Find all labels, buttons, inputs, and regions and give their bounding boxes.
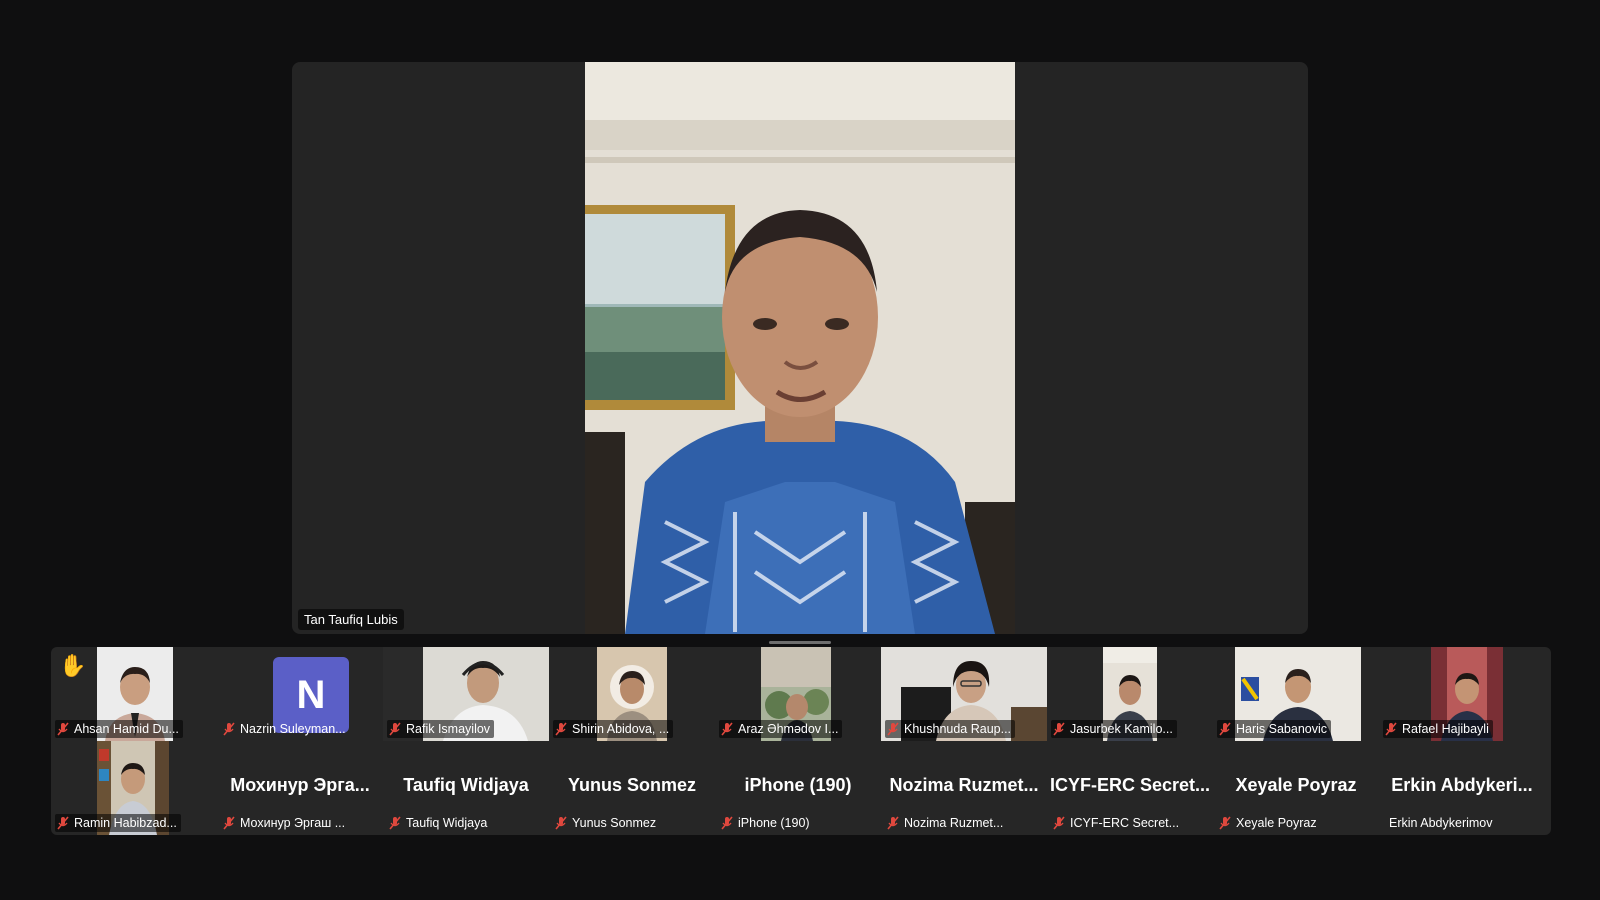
muted-mic-icon xyxy=(57,722,69,736)
participant-display-name: Erkin Abdykeri... xyxy=(1391,775,1533,795)
participant-display-name: Xeyale Poyraz xyxy=(1235,775,1357,795)
gallery-strip[interactable]: ✋ Ahsan Hamid Du... N Nazrin Suleyman...… xyxy=(51,647,1551,835)
participant-tile[interactable]: Rafael Hajibayli xyxy=(1379,647,1545,741)
participant-name-label: Nazrin Suleyman... xyxy=(221,720,350,738)
muted-mic-icon xyxy=(1053,816,1065,830)
participant-name-label: Xeyale Poyraz xyxy=(1217,814,1321,832)
participant-display-name: iPhone (190) xyxy=(744,775,852,795)
participant-tile[interactable]: Мохинур Эргa... Мохинур Эргаш ... xyxy=(217,741,383,835)
muted-mic-icon xyxy=(223,722,235,736)
participant-name-label: Taufiq Widjaya xyxy=(387,814,491,832)
participant-name-label: Araz Əhmədov I... xyxy=(719,720,843,738)
speaker-video-frame xyxy=(585,62,1015,634)
muted-mic-icon xyxy=(57,816,69,830)
gallery-resize-handle[interactable] xyxy=(769,641,831,644)
participant-name-label: Мохинур Эргаш ... xyxy=(221,814,349,832)
active-speaker-view[interactable]: Tan Taufiq Lubis xyxy=(292,62,1308,634)
participant-name-label: Shirin Abidova, ... xyxy=(553,720,674,738)
participant-name-label: Yunus Sonmez xyxy=(553,814,660,832)
participant-tile[interactable]: Erkin Abdykeri... Erkin Abdykerimov xyxy=(1379,741,1545,835)
participant-name-label: Khushnuda Raup... xyxy=(885,720,1016,738)
participant-display-name: Yunus Sonmez xyxy=(567,775,697,795)
participant-tile[interactable]: Shirin Abidova, ... xyxy=(549,647,715,741)
muted-mic-icon xyxy=(887,722,899,736)
participant-name-label: ICYF-ERC Secret... xyxy=(1051,814,1183,832)
muted-mic-icon xyxy=(555,722,567,736)
participant-tile[interactable]: ✋ Ahsan Hamid Du... xyxy=(51,647,217,741)
participant-tile[interactable]: Rafik Ismayilov xyxy=(383,647,549,741)
active-speaker-video[interactable] xyxy=(585,62,1015,634)
muted-mic-icon xyxy=(887,816,899,830)
muted-mic-icon xyxy=(389,816,401,830)
participant-tile[interactable]: Ramin Habibzad... xyxy=(51,741,217,835)
muted-mic-icon xyxy=(389,722,401,736)
active-speaker-name: Tan Taufiq Lubis xyxy=(298,609,404,630)
muted-mic-icon xyxy=(721,816,733,830)
participant-display-name: Мохинур Эргa... xyxy=(230,775,370,795)
muted-mic-icon xyxy=(1219,722,1231,736)
participant-name-label: Nozima Ruzmet... xyxy=(885,814,1007,832)
participant-name-label: Jasurbek Kamilo... xyxy=(1051,720,1177,738)
participant-name-label: iPhone (190) xyxy=(719,814,814,832)
participant-tile[interactable]: ICYF-ERC Secret... ICYF-ERC Secret... xyxy=(1047,741,1213,835)
participant-tile[interactable]: Haris Sabanovic xyxy=(1213,647,1379,741)
muted-mic-icon xyxy=(555,816,567,830)
participant-tile[interactable]: Araz Əhmədov I... xyxy=(715,647,881,741)
participant-tile[interactable]: Taufiq Widjaya Taufiq Widjaya xyxy=(383,741,549,835)
participant-tile[interactable]: Jasurbek Kamilo... xyxy=(1047,647,1213,741)
participant-display-name: Nozima Ruzmet... xyxy=(889,775,1039,795)
muted-mic-icon xyxy=(223,816,235,830)
participant-name-label: Rafael Hajibayli xyxy=(1383,720,1493,738)
participant-tile[interactable]: iPhone (190) iPhone (190) xyxy=(715,741,881,835)
muted-mic-icon xyxy=(1385,722,1397,736)
participant-name-label: Haris Sabanovic xyxy=(1217,720,1332,738)
participant-name-label: Erkin Abdykerimov xyxy=(1389,816,1493,830)
participant-name-label: Rafik Ismayilov xyxy=(387,720,495,738)
muted-mic-icon xyxy=(1053,722,1065,736)
participant-tile[interactable]: Yunus Sonmez Yunus Sonmez xyxy=(549,741,715,835)
muted-mic-icon xyxy=(721,722,733,736)
participant-tile[interactable]: Nozima Ruzmet... Nozima Ruzmet... xyxy=(881,741,1047,835)
participant-tile[interactable]: Xeyale Poyraz Xeyale Poyraz xyxy=(1213,741,1379,835)
participant-tile[interactable]: N Nazrin Suleyman... xyxy=(217,647,383,741)
participant-name-label: Ramin Habibzad... xyxy=(55,814,181,832)
participant-display-name: ICYF-ERC Secret... xyxy=(1049,775,1211,795)
muted-mic-icon xyxy=(1219,816,1231,830)
participant-display-name: Taufiq Widjaya xyxy=(403,775,529,795)
raised-hand-icon: ✋ xyxy=(59,653,87,678)
participant-tile[interactable]: Khushnuda Raup... xyxy=(881,647,1047,741)
participant-name-label: Ahsan Hamid Du... xyxy=(55,720,183,738)
